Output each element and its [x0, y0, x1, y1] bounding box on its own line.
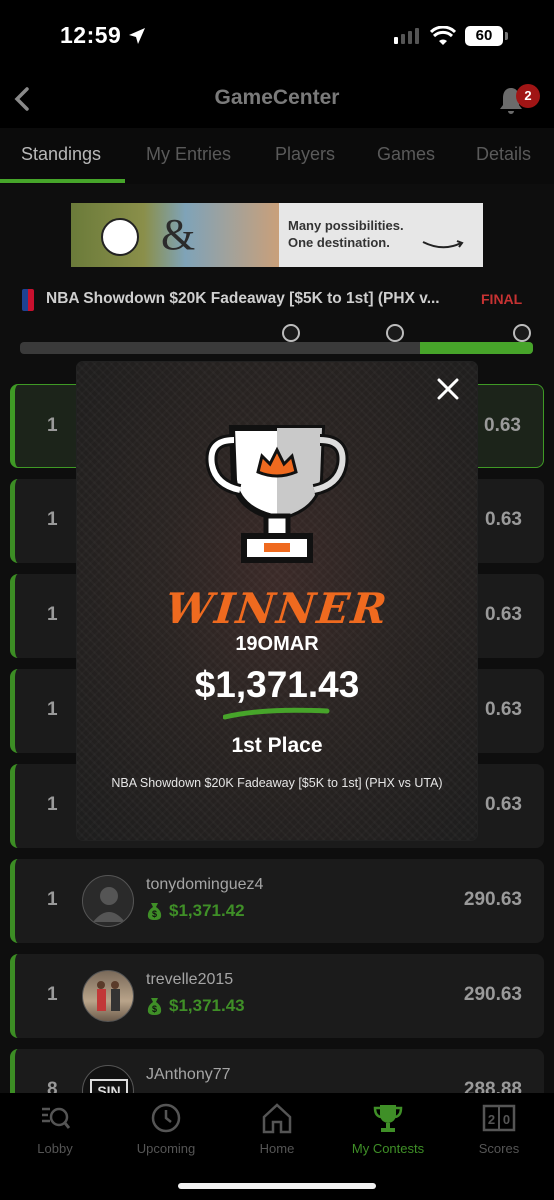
page-title: GameCenter	[214, 86, 340, 109]
nav-label: My Contests	[351, 1141, 425, 1156]
nav-lobby[interactable]: Lobby	[0, 1101, 110, 1156]
cellular-signal-icon	[394, 28, 419, 44]
nav-my-contests[interactable]: My Contests	[333, 1101, 443, 1156]
default-avatar-icon	[93, 887, 125, 922]
tab-details[interactable]: Details	[476, 144, 531, 165]
money-bag-icon: $	[147, 997, 162, 1015]
progress-marker	[513, 324, 531, 342]
svg-text:2: 2	[488, 1112, 495, 1127]
brush-underline	[223, 707, 330, 720]
avatar	[82, 970, 134, 1022]
progress-marker	[386, 324, 404, 342]
row-points: 0.63	[484, 415, 521, 436]
avatar-photo	[97, 981, 120, 1011]
nav-scores[interactable]: 20 Scores	[444, 1101, 554, 1156]
row-username: tonydominguez4	[146, 876, 264, 893]
row-rank: 1	[47, 699, 58, 720]
home-indicator[interactable]	[178, 1183, 376, 1189]
home-icon	[262, 1103, 292, 1134]
row-rank: 1	[47, 794, 58, 815]
lobby-search-icon	[42, 1107, 71, 1129]
nav-label: Lobby	[37, 1141, 73, 1156]
ad-ampersand: &	[161, 210, 196, 259]
winner-heading: WINNER	[163, 584, 391, 633]
nba-logo-icon	[22, 289, 34, 311]
row-rank: 1	[47, 889, 58, 910]
status-time: 12:59	[60, 22, 122, 48]
row-winnings-amount: $1,371.43	[169, 996, 245, 1015]
status-bar: 12:59 60	[0, 0, 554, 72]
tab-games[interactable]: Games	[377, 144, 435, 165]
winner-contest-name: NBA Showdown $20K Fadeaway [$5K to 1st] …	[111, 776, 443, 790]
winner-amount: $1,371.43	[194, 664, 360, 705]
trophy-icon	[373, 1105, 403, 1132]
nav-upcoming[interactable]: Upcoming	[111, 1101, 221, 1156]
amazon-smile-icon	[422, 240, 464, 249]
tab-standings[interactable]: Standings	[21, 144, 101, 165]
nav-label: Upcoming	[136, 1141, 196, 1156]
battery-icon: 60	[465, 26, 508, 46]
contest-status-badge: FINAL	[481, 291, 523, 307]
svg-text:$: $	[152, 909, 157, 919]
money-bag-icon: $	[147, 902, 162, 920]
ad-text-line1: Many possibilities.	[288, 218, 404, 233]
row-points: 0.63	[485, 794, 522, 815]
contest-name: NBA Showdown $20K Fadeaway [$5K to 1st] …	[46, 290, 440, 307]
row-rank: 1	[47, 984, 58, 1005]
active-tab-indicator	[0, 179, 125, 183]
progress-marker	[282, 324, 300, 342]
svg-text:0: 0	[503, 1112, 510, 1127]
progress-fill	[420, 342, 533, 354]
row-points: 0.63	[485, 699, 522, 720]
row-rank: 1	[47, 509, 58, 530]
standings-row[interactable]: 1 tonydominguez4 $ $1,371.42 290.63	[10, 859, 544, 943]
ad-banner[interactable]: & Many possibilities. One destination.	[71, 203, 483, 267]
row-winnings: $ $1,371.43	[146, 996, 245, 1016]
avatar	[82, 875, 134, 927]
ad-text-line2: One destination.	[288, 235, 390, 250]
standings-row[interactable]: 1 trevelle2015 $ $1,371.43 290.63	[10, 954, 544, 1038]
clock-icon	[151, 1103, 181, 1133]
svg-text:$: $	[152, 1004, 157, 1014]
winner-username: 19OMAR	[235, 633, 319, 655]
tab-my-entries[interactable]: My Entries	[146, 144, 231, 165]
row-rank: 1	[47, 415, 58, 436]
row-points: 290.63	[463, 984, 522, 1005]
app-header: GameCenter 2	[0, 72, 554, 128]
tab-players[interactable]: Players	[275, 144, 335, 165]
row-winnings: $ $1,371.42	[146, 901, 245, 921]
row-points: 0.63	[485, 604, 522, 625]
location-arrow-icon	[129, 28, 145, 44]
trophy-icon	[205, 425, 349, 563]
wifi-icon	[430, 26, 456, 45]
row-rank: 1	[47, 604, 58, 625]
tab-bar: Standings My Entries Players Games Detai…	[0, 128, 554, 184]
row-username: JAnthony77	[146, 1066, 231, 1083]
winner-modal: WINNER 19OMAR $1,371.43 1st Place NBA Sh…	[77, 362, 477, 840]
nav-label: Scores	[478, 1141, 520, 1156]
close-icon[interactable]	[435, 376, 461, 402]
contest-progress-bar	[20, 324, 533, 354]
winner-place: 1st Place	[231, 734, 323, 757]
notification-badge: 2	[516, 84, 540, 108]
soccer-ball-image	[101, 218, 139, 256]
row-points: 0.63	[485, 509, 522, 530]
nav-label: Home	[259, 1141, 295, 1156]
nav-home[interactable]: Home	[222, 1101, 332, 1156]
row-winnings-amount: $1,371.42	[169, 901, 245, 920]
row-points: 290.63	[463, 889, 522, 910]
row-username: trevelle2015	[146, 971, 234, 988]
scoreboard-icon: 20	[482, 1104, 516, 1132]
contest-header[interactable]: NBA Showdown $20K Fadeaway [$5K to 1st] …	[0, 286, 554, 314]
